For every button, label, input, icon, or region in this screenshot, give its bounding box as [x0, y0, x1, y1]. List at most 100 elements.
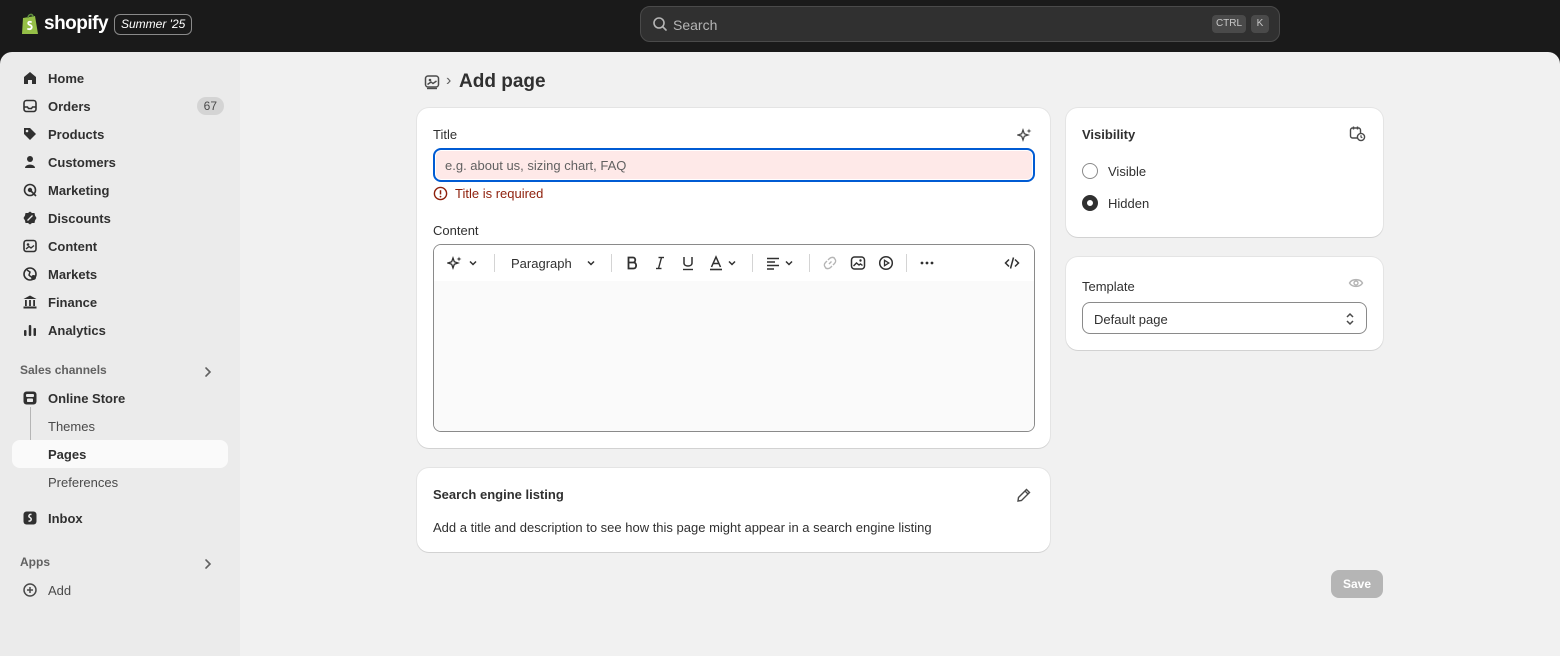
paragraph-style-select[interactable]: Paragraph [511, 256, 572, 271]
video-icon[interactable] [878, 255, 894, 271]
link-icon[interactable] [822, 255, 838, 271]
title-input-wrapper [433, 148, 1035, 182]
sidebar-item-label: Themes [48, 419, 95, 434]
plus-circle-icon [23, 583, 37, 597]
tag-icon [24, 128, 36, 140]
sidebar-item-label: Markets [48, 267, 98, 282]
title-error: Title is required [433, 186, 543, 201]
sidebar-item-label: Preferences [48, 475, 119, 490]
sidebar-item-label: Products [48, 127, 105, 142]
visibility-option-visible[interactable]: Visible [1082, 163, 1146, 179]
sidebar-item-themes[interactable]: Themes [12, 412, 228, 440]
sidebar-item-orders[interactable]: Orders 67 [12, 92, 228, 120]
template-heading: Template [1082, 279, 1135, 294]
sidebar-item-marketing[interactable]: Marketing [12, 176, 228, 204]
main-content: › Add page Title Title is required Conte… [240, 52, 1560, 656]
title-label: Title [433, 127, 458, 142]
editor-toolbar: Paragraph [434, 245, 1034, 281]
shortcut-k-key: K [1251, 15, 1269, 33]
template-card: Template Default page [1066, 257, 1383, 350]
visible-radio[interactable] [1082, 163, 1098, 179]
sidebar-item-label: Add [48, 583, 72, 598]
sidebar-item-preferences[interactable]: Preferences [12, 468, 228, 496]
sidebar-item-online-store[interactable]: Online Store [12, 384, 228, 412]
inbox-icon [23, 99, 37, 113]
home-icon [24, 72, 36, 84]
target-icon [23, 183, 37, 197]
chevron-right-icon[interactable] [202, 366, 214, 378]
pencil-icon[interactable] [1016, 487, 1032, 503]
sidebar-item-markets[interactable]: Markets [12, 260, 228, 288]
chevron-down-icon[interactable] [783, 257, 795, 269]
shopify-bag-icon [22, 13, 38, 34]
visibility-option-hidden[interactable]: Hidden [1082, 195, 1149, 211]
sidebar-item-label: Finance [48, 295, 98, 310]
sidebar-item-finance[interactable]: Finance [12, 288, 228, 316]
sidebar-item-label: Online Store [48, 391, 126, 406]
calendar-schedule-icon[interactable] [1349, 125, 1366, 142]
shopify-logo[interactable]: shopify [20, 12, 109, 36]
seo-description: Add a title and description to see how t… [433, 520, 932, 535]
code-view-icon[interactable] [1004, 255, 1020, 271]
editor-content-area[interactable] [434, 281, 1034, 431]
global-search[interactable]: Search CTRL K [640, 6, 1280, 42]
sidebar-item-products[interactable]: Products [12, 120, 228, 148]
italic-icon[interactable] [652, 255, 668, 271]
ai-sparkle-icon[interactable] [447, 255, 463, 271]
edition-badge[interactable]: Summer '25 [114, 14, 193, 35]
error-icon [433, 186, 448, 201]
toolbar-divider [494, 254, 495, 272]
search-placeholder: Search [673, 17, 718, 33]
sidebar-item-label: Inbox [48, 511, 83, 526]
content-icon [23, 239, 37, 253]
sidebar-item-discounts[interactable]: Discounts [12, 204, 228, 232]
save-button[interactable]: Save [1331, 570, 1383, 598]
sidebar-item-analytics[interactable]: Analytics [12, 316, 228, 344]
hidden-radio[interactable] [1082, 195, 1098, 211]
chevron-right-icon[interactable] [202, 558, 214, 570]
sidebar-item-add-app[interactable]: Add [12, 576, 228, 604]
shortcut-ctrl-key: CTRL [1212, 15, 1246, 33]
bold-icon[interactable] [624, 255, 640, 271]
sidebar-item-label: Home [48, 71, 85, 86]
sidebar-item-home[interactable]: Home [12, 64, 228, 92]
sidebar-item-pages[interactable]: Pages [12, 440, 228, 468]
more-horizontal-icon[interactable] [919, 255, 935, 271]
chevron-down-icon[interactable] [467, 257, 479, 269]
visibility-heading: Visibility [1082, 127, 1136, 142]
sidebar-item-label: Orders [48, 99, 91, 114]
seo-heading: Search engine listing [433, 487, 564, 502]
visible-radio-label: Visible [1108, 163, 1147, 179]
text-color-icon[interactable] [708, 255, 724, 271]
pages-breadcrumb-icon[interactable] [424, 74, 440, 90]
bar-chart-icon [24, 325, 36, 336]
sales-channels-heading: Sales channels [20, 363, 107, 377]
rich-text-editor: Paragraph [433, 244, 1035, 432]
sidebar-item-label: Content [48, 239, 98, 254]
sidebar-item-customers[interactable]: Customers [12, 148, 228, 176]
sidebar-item-label: Discounts [48, 211, 111, 226]
sidebar-item-label: Customers [48, 155, 116, 170]
magic-sparkle-icon[interactable] [1017, 127, 1033, 143]
inbox-app-icon [23, 511, 37, 525]
title-error-text: Title is required [455, 186, 544, 201]
sidebar-item-inbox[interactable]: Inbox [12, 504, 228, 532]
visibility-card: Visibility Visible Hidden [1066, 108, 1383, 237]
chevron-down-icon[interactable] [585, 257, 597, 269]
chevron-down-icon[interactable] [726, 257, 738, 269]
store-icon [23, 391, 37, 405]
sidebar-item-label: Analytics [48, 323, 106, 338]
template-select[interactable]: Default page [1082, 302, 1367, 334]
align-left-icon[interactable] [765, 255, 781, 271]
orders-count-badge: 67 [196, 97, 224, 115]
title-input[interactable] [435, 150, 1033, 180]
seo-card: Search engine listing Add a title and de… [417, 468, 1050, 552]
underline-icon[interactable] [680, 255, 696, 271]
sidebar-item-content[interactable]: Content [12, 232, 228, 260]
brand-name: shopify [44, 13, 109, 34]
eye-icon[interactable] [1348, 275, 1364, 291]
apps-heading: Apps [20, 555, 50, 569]
image-icon[interactable] [850, 255, 866, 271]
globe-icon [23, 267, 37, 281]
search-icon [653, 17, 667, 31]
